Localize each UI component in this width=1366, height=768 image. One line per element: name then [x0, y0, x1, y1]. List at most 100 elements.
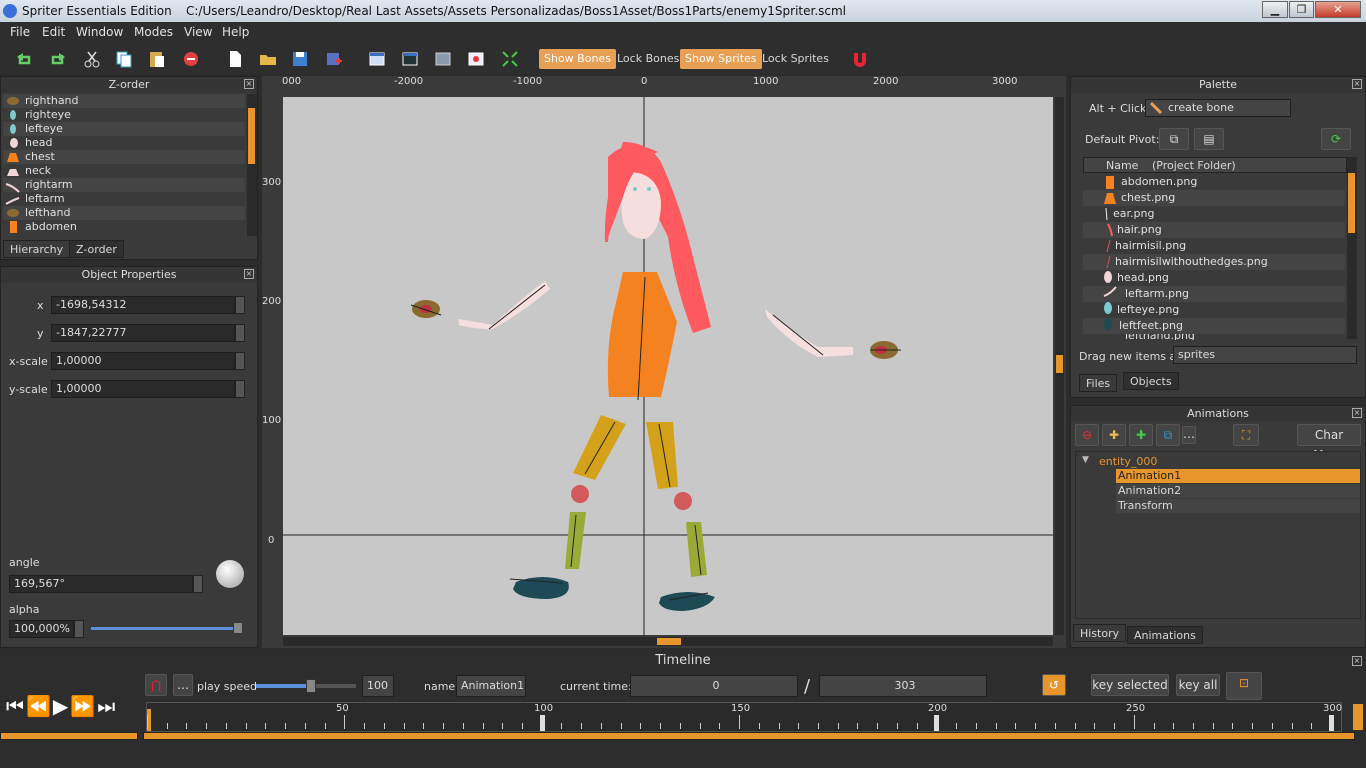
next-frame-icon[interactable]: ⏩ [70, 694, 97, 718]
delete-animation-button[interactable]: ⊖ [1075, 424, 1099, 446]
zorder-item[interactable]: righteye [3, 108, 245, 122]
tab-animations[interactable]: Animations [1127, 626, 1203, 644]
maximize-button[interactable]: ❐ [1289, 1, 1314, 18]
zorder-item[interactable]: rightarm [3, 178, 245, 192]
tab-zorder[interactable]: Z-order [69, 240, 124, 258]
expand-arrow-icon[interactable]: ▼ [1082, 455, 1089, 465]
last-frame-icon[interactable]: ⏭ [97, 694, 117, 718]
open-folder-icon[interactable] [258, 49, 278, 69]
timeline-vscroll[interactable] [1353, 704, 1363, 730]
timeline-more-button[interactable]: … [173, 674, 193, 696]
paste-icon[interactable] [147, 49, 167, 69]
zorder-item[interactable]: chest [3, 150, 245, 164]
add-character-button[interactable]: ✚ [1102, 424, 1126, 446]
play-icon[interactable]: ▶ [53, 694, 70, 718]
alpha-slider[interactable] [91, 622, 243, 634]
angle-input[interactable]: 169,567° [9, 575, 193, 593]
alpha-slider-handle[interactable] [233, 622, 243, 634]
loop-toggle-icon[interactable]: ↺ [1042, 674, 1066, 696]
menu-help[interactable]: Help [222, 25, 249, 39]
alpha-spinner[interactable] [74, 620, 84, 638]
refresh-icon[interactable]: ⟳ [1321, 128, 1351, 150]
tab-files[interactable]: Files [1079, 374, 1118, 392]
new-file-icon[interactable] [225, 49, 245, 69]
drag-dropdown[interactable]: sprites [1173, 346, 1357, 364]
window-layout-1-icon[interactable] [367, 49, 387, 69]
palette-scrollbar[interactable] [1347, 157, 1357, 339]
show-bones-toggle[interactable]: Show Bones [539, 49, 616, 69]
fit-view-icon[interactable] [500, 49, 520, 69]
zorder-item[interactable]: leftarm [3, 192, 245, 206]
show-sprites-toggle[interactable]: Show Sprites [680, 49, 762, 69]
window-layout-2-icon[interactable] [400, 49, 420, 69]
zorder-item[interactable]: neck [3, 164, 245, 178]
key-all-button[interactable]: key all [1176, 674, 1220, 696]
tab-objects[interactable]: Objects [1123, 372, 1179, 390]
zorder-item[interactable]: abdomen [3, 220, 245, 234]
undo-icon[interactable] [14, 49, 34, 69]
zorder-scrollbar[interactable] [247, 94, 257, 236]
menu-modes[interactable]: Modes [134, 25, 173, 39]
save-as-icon[interactable] [324, 49, 344, 69]
play-speed-handle[interactable] [306, 679, 316, 693]
animation-item[interactable]: Animation2 [1116, 484, 1360, 498]
animation-name-input[interactable]: Animation1 [456, 675, 526, 697]
minimize-button[interactable]: ▁ [1262, 1, 1288, 18]
delete-icon[interactable] [181, 49, 201, 69]
close-window-button[interactable]: ✕ [1315, 1, 1361, 18]
xscale-spinner[interactable] [235, 352, 245, 370]
keyframe-marker[interactable] [934, 715, 939, 731]
char-maps-button[interactable]: Char Maps [1297, 424, 1361, 462]
prev-frame-icon[interactable]: ⏪ [26, 694, 53, 718]
tab-hierarchy[interactable]: Hierarchy [3, 240, 71, 258]
x-input[interactable]: -1698,54312 [51, 296, 235, 314]
current-time-input[interactable]: 0 [630, 675, 798, 697]
end-time-input[interactable]: 303 [819, 675, 987, 697]
alt-click-dropdown[interactable]: create bone [1145, 99, 1291, 117]
y-spinner[interactable] [235, 324, 245, 342]
x-spinner[interactable] [235, 296, 245, 314]
menu-window[interactable]: Window [76, 25, 123, 39]
canvas-hscrollbar[interactable] [283, 637, 1053, 646]
magnet-timeline-icon[interactable]: ⋂ [145, 674, 167, 696]
angle-dial[interactable] [216, 560, 244, 588]
zorder-item[interactable]: head [3, 136, 245, 150]
save-icon[interactable] [290, 49, 310, 69]
animation-item[interactable]: Animation1 [1116, 469, 1360, 483]
lock-sprites-toggle[interactable]: Lock Sprites [757, 49, 834, 69]
play-speed-slider[interactable] [256, 679, 356, 693]
zorder-item[interactable]: lefteye [3, 122, 245, 136]
tab-history[interactable]: History [1073, 624, 1127, 642]
menu-edit[interactable]: Edit [42, 25, 65, 39]
lock-bones-toggle[interactable]: Lock Bones [612, 49, 684, 69]
canvas-vscrollbar[interactable] [1055, 97, 1064, 635]
object-properties-close-icon[interactable]: × [244, 269, 254, 279]
fullscreen-icon[interactable]: ⛶ [1233, 424, 1259, 446]
menu-file[interactable]: File [10, 25, 30, 39]
magnet-icon[interactable] [850, 49, 870, 69]
timeline-close-icon[interactable]: × [1352, 656, 1362, 666]
zorder-item[interactable]: lefthand [3, 206, 245, 220]
y-input[interactable]: -1847,22777 [51, 324, 235, 342]
timeline-scrollbar[interactable] [143, 732, 1355, 740]
redo-icon[interactable] [48, 49, 68, 69]
window-layout-4-icon[interactable] [466, 49, 486, 69]
animations-close-icon[interactable]: × [1352, 408, 1362, 418]
angle-spinner[interactable] [193, 575, 203, 593]
keyframe-marker[interactable] [1329, 715, 1334, 731]
first-frame-icon[interactable]: ⏮ [6, 694, 26, 718]
window-layout-3-icon[interactable] [433, 49, 453, 69]
entity-item[interactable]: entity_000 [1099, 455, 1157, 468]
cut-icon[interactable] [82, 49, 102, 69]
pivot-paste-button[interactable]: ▤ [1194, 128, 1224, 150]
play-speed-input[interactable]: 100 [362, 675, 394, 697]
palette-close-icon[interactable]: × [1352, 79, 1362, 89]
yscale-input[interactable]: 1,00000 [51, 380, 235, 398]
zorder-item[interactable]: righthand [3, 94, 245, 108]
animation-item[interactable]: Transform [1116, 499, 1360, 513]
col-name[interactable]: Name [1106, 159, 1138, 172]
timeline-zoom-bar[interactable] [0, 732, 138, 740]
menu-view[interactable]: View [184, 25, 212, 39]
copy-icon[interactable] [114, 49, 134, 69]
zorder-close-icon[interactable]: × [244, 79, 254, 89]
